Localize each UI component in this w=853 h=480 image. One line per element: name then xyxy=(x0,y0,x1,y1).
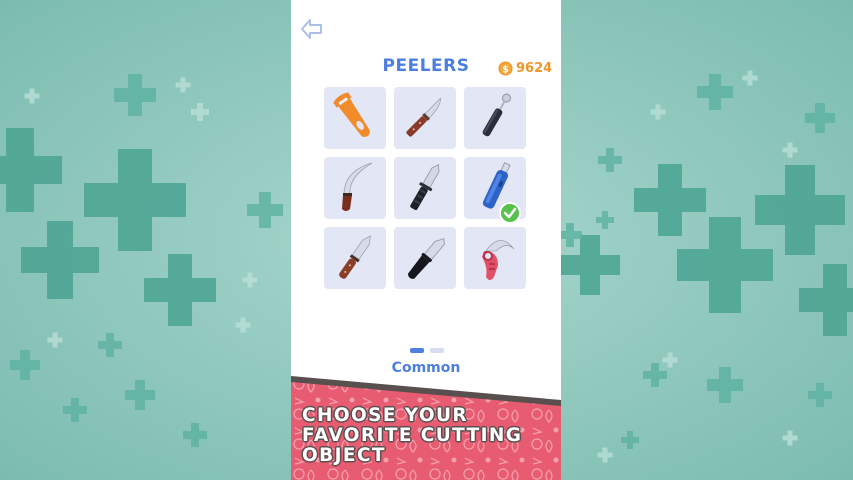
melon-baller-icon xyxy=(482,93,511,137)
item-cell[interactable] xyxy=(464,227,526,289)
promo-text-line: FAVORITE CUTTING xyxy=(302,425,523,446)
rarity-label: Common xyxy=(391,360,461,376)
coin-count: 9624 xyxy=(516,60,553,76)
paring-knife-icon xyxy=(339,235,371,279)
page-indicator xyxy=(410,348,444,353)
promo-text-line: CHOOSE YOUR xyxy=(302,405,469,426)
promo-banner: CHOOSE YOUR FAVORITE CUTTING OBJECT xyxy=(291,376,561,480)
peeler-icon xyxy=(333,92,370,137)
coin-balance: $ 9624 xyxy=(498,59,552,77)
item-cell[interactable] xyxy=(464,87,526,149)
back-arrow-icon xyxy=(301,19,322,39)
page-dot-active[interactable] xyxy=(410,348,424,353)
svg-text:$: $ xyxy=(502,64,509,75)
item-grid xyxy=(324,87,526,289)
item-cell[interactable] xyxy=(394,87,456,149)
selected-check-icon xyxy=(499,202,521,224)
item-cell[interactable] xyxy=(324,157,386,219)
item-cell[interactable] xyxy=(394,157,456,219)
black-kitchen-knife-icon xyxy=(407,238,445,279)
item-cell[interactable] xyxy=(394,227,456,289)
promo-text-line: OBJECT xyxy=(302,445,386,466)
promo-text: CHOOSE YOUR FAVORITE CUTTING OBJECT xyxy=(302,406,557,466)
coin-icon: $ xyxy=(498,60,513,76)
karambit-icon xyxy=(482,240,515,280)
curved-blade-icon xyxy=(342,162,373,211)
page-dot[interactable] xyxy=(430,348,444,353)
item-cell[interactable] xyxy=(324,227,386,289)
back-button[interactable] xyxy=(300,18,324,40)
item-cell-selected[interactable] xyxy=(464,157,526,224)
boning-knife-icon xyxy=(406,97,441,137)
tactical-knife-icon xyxy=(410,163,440,211)
item-cell[interactable] xyxy=(324,87,386,149)
